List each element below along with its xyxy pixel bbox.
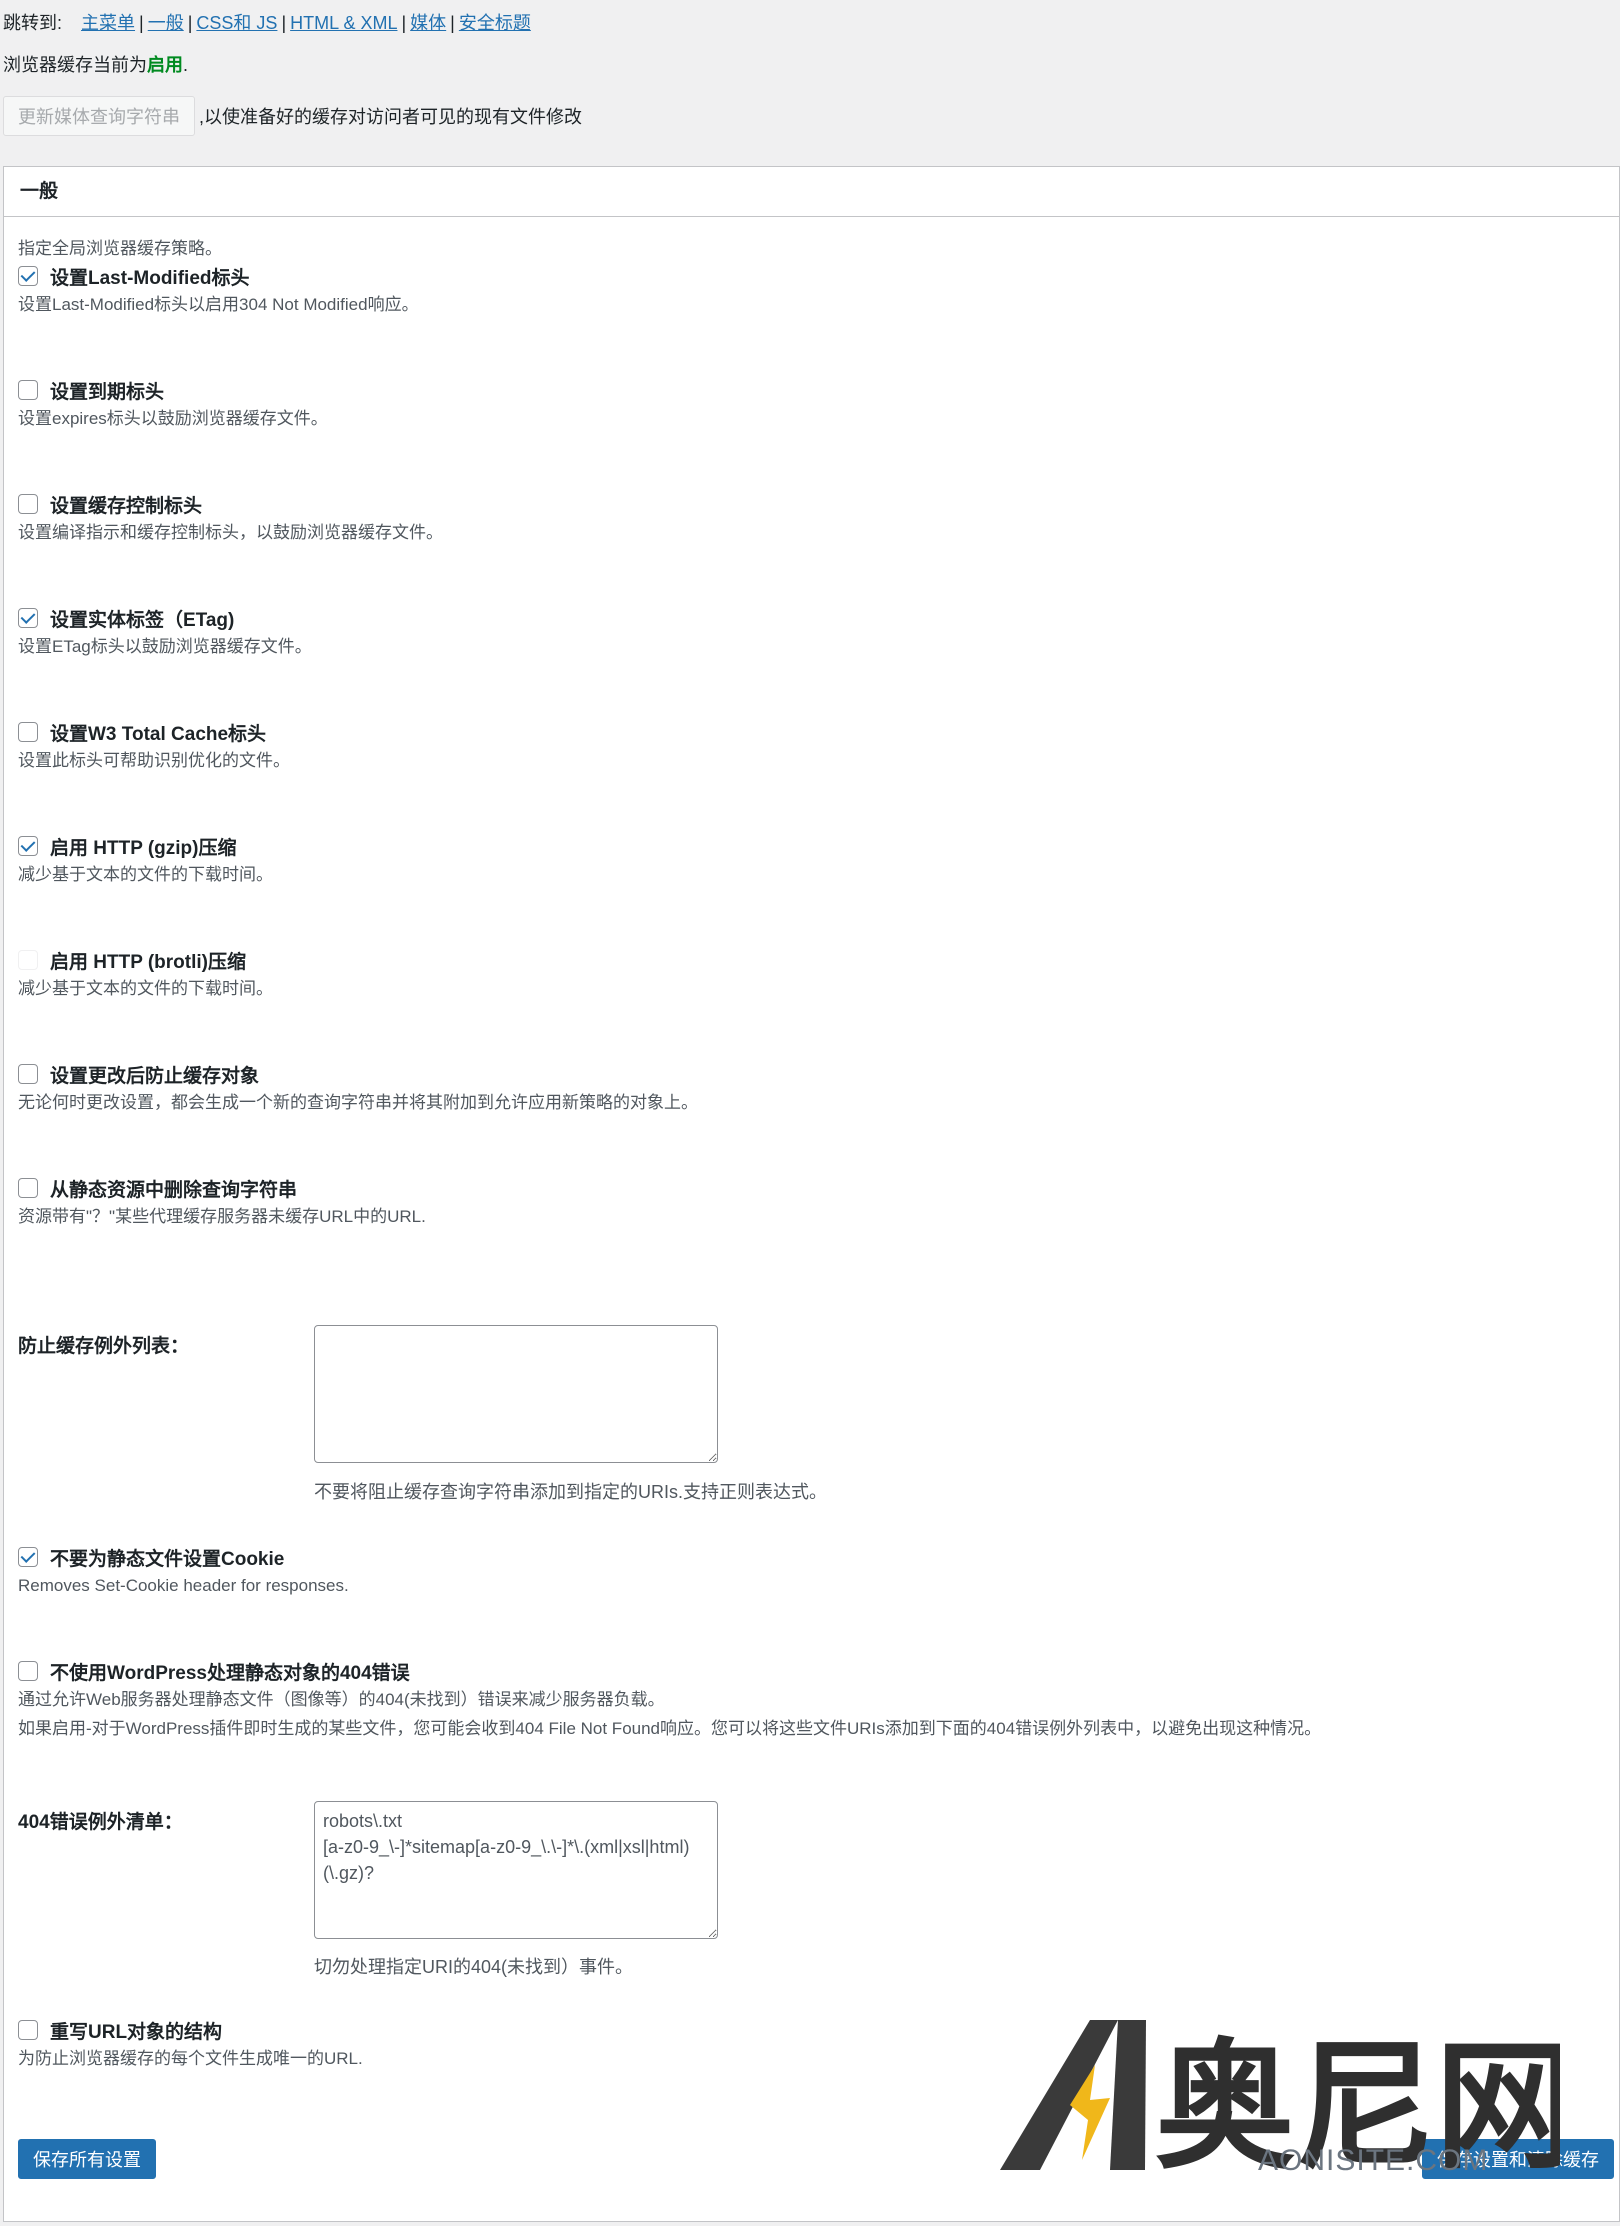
checkbox-brotli [18,950,38,970]
media-query-text: ,以使准备好的缓存对访问者可见的现有文件修改 [199,107,582,127]
panel-intro: 指定全局浏览器缓存策略。 [18,239,222,258]
watermark-en-text: AONISITE.COM [1258,2144,1489,2177]
link-main-menu[interactable]: 主菜单 [81,13,135,33]
checkbox-prevent-caching[interactable] [18,1064,38,1084]
checkbox-404-handling[interactable] [18,1661,38,1681]
option-last-modified: 设置Last-Modified标头 设置Last-Modified标头以启用30… [18,266,419,314]
exceptions-label: 防止缓存例外列表： [18,1336,190,1357]
option-w3tc-header: 设置W3 Total Cache标头 设置此标头可帮助识别优化的文件。 [18,722,290,770]
checkbox-etag[interactable] [18,608,38,628]
browser-cache-status: 浏览器缓存当前为启用. [3,55,189,75]
option-prevent-caching: 设置更改后防止缓存对象 无论何时更改设置，都会生成一个新的查询字符串并将其附加到… [18,1064,698,1112]
option-404-handling: 不使用WordPress处理静态对象的404错误 通过允许Web服务器处理静态文… [18,1661,1322,1738]
link-general[interactable]: 一般 [148,13,184,33]
media-query-row: 更新媒体查询字符串 ,以使准备好的缓存对访问者可见的现有文件修改 [3,96,1620,136]
jump-to-nav: 跳转到: 主菜单 | 一般 | CSS和 JS | HTML & XML | 媒体 | 安全标题 [3,13,531,33]
jump-label: 跳转到: [3,13,63,33]
panel-body: 指定全局浏览器缓存策略。 [4,237,1619,261]
logo-triangle-right [1110,2020,1146,2170]
notfound-desc: 切勿处理指定URI的404(未找到）事件。 [314,1957,634,1977]
option-rewrite-url: 重写URL对象的结构 为防止浏览器缓存的每个文件生成唯一的URL. [18,2020,363,2068]
status-enabled: 启用 [147,55,183,75]
checkbox-w3tc-header[interactable] [18,722,38,742]
option-etag: 设置实体标签（ETag) 设置ETag标头以鼓励浏览器缓存文件。 [18,608,312,656]
checkbox-rewrite-url[interactable] [18,2020,38,2040]
exceptions-textarea[interactable] [314,1325,718,1463]
notfound-textarea[interactable] [314,1801,718,1939]
option-brotli: 启用 HTTP (brotli)压缩 减少基于文本的文件的下载时间。 [18,950,273,998]
option-expires: 设置到期标头 设置expires标头以鼓励浏览器缓存文件。 [18,380,328,428]
general-panel: 一般 指定全局浏览器缓存策略。 设置Last-Modified标头 设置Last… [3,166,1620,2222]
checkbox-cache-control[interactable] [18,494,38,514]
update-media-query-button[interactable]: 更新媒体查询字符串 [3,96,195,136]
option-gzip: 启用 HTTP (gzip)压缩 减少基于文本的文件的下载时间。 [18,836,273,884]
checkbox-no-cookies[interactable] [18,1547,38,1567]
checkbox-gzip[interactable] [18,836,38,856]
option-remove-query-strings: 从静态资源中删除查询字符串 资源带有"？"某些代理缓存服务器未缓存URL中的UR… [18,1178,426,1226]
top-area: 跳转到: 主菜单 | 一般 | CSS和 JS | HTML & XML | 媒体 | 安全标题 浏… [0,0,1620,136]
logo-triangle-left [1000,2020,1118,2170]
checkbox-remove-query-strings[interactable] [18,1178,38,1198]
link-media[interactable]: 媒体 [410,13,446,33]
checkbox-expires[interactable] [18,380,38,400]
link-html-xml[interactable]: HTML & XML [290,13,397,33]
option-no-cookies: 不要为静态文件设置Cookie Removes Set-Cookie heade… [18,1547,349,1595]
link-security-headers[interactable]: 安全标题 [459,13,531,33]
option-cache-control: 设置缓存控制标头 设置编译指示和缓存控制标头，以鼓励浏览器缓存文件。 [18,494,443,542]
save-all-button[interactable]: 保存所有设置 [18,2139,156,2179]
checkbox-last-modified[interactable] [18,266,38,286]
exceptions-desc: 不要将阻止缓存查询字符串添加到指定的URIs.支持正则表达式。 [314,1482,827,1502]
panel-title: 一般 [4,167,1619,217]
link-css-js[interactable]: CSS和 JS [196,13,277,33]
notfound-label: 404错误例外清单： [18,1812,183,1833]
